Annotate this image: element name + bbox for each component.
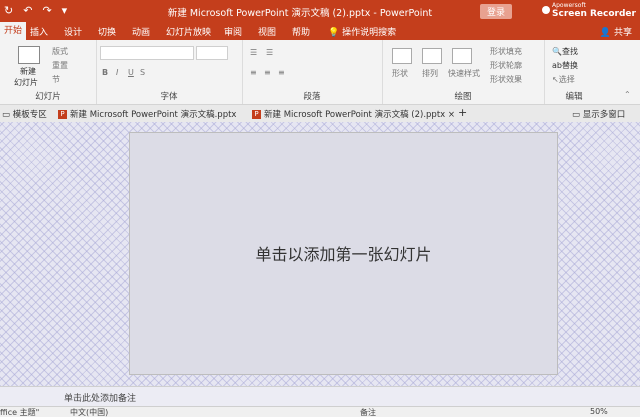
tab-insert[interactable]: 插入 — [30, 25, 48, 38]
tab-home[interactable]: 开始 — [0, 22, 27, 40]
ribbon-tabs: 开始 插入 设计 切换 动画 幻灯片放映 审阅 视图 帮助 💡 操作说明搜索 👤… — [0, 22, 640, 40]
share-button[interactable]: 👤 共享 — [600, 25, 632, 38]
document-tabs: ▭ 模板专区 P 新建 Microsoft PowerPoint 演示文稿.ppt… — [0, 105, 640, 123]
undo-icon[interactable]: ↶ — [23, 4, 32, 17]
slide-canvas[interactable]: 单击以添加第一张幻灯片 — [129, 132, 558, 375]
window-title: 新建 Microsoft PowerPoint 演示文稿 (2).pptx - … — [167, 8, 433, 19]
notes-toggle[interactable]: 备注 — [360, 407, 376, 418]
template-icon: ▭ — [2, 110, 11, 120]
window-icon: ▭ — [572, 110, 581, 120]
quick-styles-button[interactable]: 快速样式 — [448, 68, 480, 79]
notes-placeholder[interactable]: 单击此处添加备注 — [64, 391, 136, 404]
new-slide-button-line2[interactable]: 幻灯片 — [14, 77, 38, 88]
record-icon — [542, 6, 550, 14]
font-size-select[interactable] — [196, 46, 228, 60]
group-font: B I U S 字体 — [96, 40, 243, 104]
tab-review[interactable]: 审阅 — [224, 25, 242, 38]
login-button[interactable]: 登录 — [480, 4, 513, 19]
search-icon: 🔍 — [552, 47, 562, 56]
numbering-icon[interactable]: ☰ — [266, 48, 273, 57]
align-center-icon[interactable]: ≡ — [264, 68, 271, 77]
title-bar: ↻ ↶ ↷ ▾ 新建 Microsoft PowerPoint 演示文稿 (2)… — [0, 0, 640, 22]
bullets-icon[interactable]: ☰ — [250, 48, 257, 57]
tab-slideshow[interactable]: 幻灯片放映 — [166, 25, 211, 38]
arrange-icon[interactable] — [422, 48, 442, 64]
tab-search[interactable]: 💡 操作说明搜索 — [328, 25, 396, 38]
person-icon: 👤 — [599, 28, 612, 38]
arrange-button[interactable]: 排列 — [422, 68, 438, 79]
template-zone-tab[interactable]: ▭ 模板专区 — [2, 108, 47, 120]
add-tab-button[interactable]: + — [458, 106, 467, 119]
add-first-slide-placeholder[interactable]: 单击以添加第一张幻灯片 — [130, 241, 557, 265]
group-paragraph: ☰ ☰ ≡ ≡ ≡ 段落 — [242, 40, 383, 104]
language-indicator[interactable]: 中文(中国) — [70, 407, 108, 418]
find-button[interactable]: 🔍查找 — [552, 46, 578, 57]
tab-help[interactable]: 帮助 — [292, 25, 310, 38]
group-drawing: 形状 排列 快速样式 形状填充 形状轮廓 形状效果 绘图 — [382, 40, 545, 104]
zoom-level[interactable]: 50% — [590, 407, 608, 416]
customize-qat-icon[interactable]: ▾ — [62, 4, 68, 17]
shape-outline-button[interactable]: 形状轮廓 — [490, 60, 522, 71]
shape-effects-button[interactable]: 形状效果 — [490, 74, 522, 85]
collapse-ribbon-icon[interactable]: ⌃ — [624, 90, 631, 99]
shape-button[interactable]: 形状 — [392, 68, 408, 79]
align-left-icon[interactable]: ≡ — [250, 68, 257, 77]
new-slide-button[interactable]: 新建 — [20, 66, 36, 77]
new-slide-icon[interactable] — [18, 46, 40, 64]
shadow-button[interactable]: S — [140, 68, 145, 77]
group-slides: 新建 幻灯片 版式 重置 节 幻灯片 — [0, 40, 97, 104]
tab-transitions[interactable]: 切换 — [98, 25, 116, 38]
screen-recorder-logo: Apowersoft Screen Recorder — [542, 2, 636, 19]
reset-button[interactable]: 重置 — [52, 60, 68, 71]
align-right-icon[interactable]: ≡ — [278, 68, 285, 77]
redo-icon[interactable]: ↷ — [42, 4, 51, 17]
tab-design[interactable]: 设计 — [64, 25, 82, 38]
font-family-select[interactable] — [100, 46, 194, 60]
shape-fill-button[interactable]: 形状填充 — [490, 46, 522, 57]
bold-button[interactable]: B — [102, 68, 108, 77]
document-tab-2[interactable]: P 新建 Microsoft PowerPoint 演示文稿 (2).pptx × — [252, 108, 455, 120]
tab-animations[interactable]: 动画 — [132, 25, 150, 38]
italic-button[interactable]: I — [116, 68, 118, 77]
quick-styles-icon[interactable] — [452, 48, 472, 64]
layout-button[interactable]: 版式 — [52, 46, 68, 57]
select-icon: ↖ — [552, 75, 559, 84]
select-button[interactable]: ↖选择 — [552, 74, 575, 85]
document-tab-1[interactable]: P 新建 Microsoft PowerPoint 演示文稿.pptx — [58, 108, 236, 120]
shape-icon[interactable] — [392, 48, 412, 64]
show-multi-window-button[interactable]: ▭ 显示多窗口 — [572, 108, 625, 120]
quick-access-toolbar: ↻ ↶ ↷ ▾ — [4, 4, 67, 17]
tab-view[interactable]: 视图 — [258, 25, 276, 38]
status-bar: ffice 主题" 中文(中国) 备注 50% — [0, 406, 640, 417]
pptx-file-icon: P — [58, 110, 67, 119]
section-button[interactable]: 节 — [52, 74, 60, 85]
pptx-file-icon: P — [252, 110, 261, 119]
autosave-icon[interactable]: ↻ — [4, 4, 13, 17]
theme-name: ffice 主题" — [0, 408, 40, 417]
notes-pane[interactable]: 单击此处添加备注 — [0, 386, 640, 407]
replace-button[interactable]: ab替换 — [552, 60, 578, 71]
slide-workspace: 单击以添加第一张幻灯片 — [0, 122, 640, 386]
replace-icon: ab — [552, 61, 562, 70]
lightbulb-icon: 💡 — [328, 28, 340, 38]
group-editing: 🔍查找 ab替换 ↖选择 编辑 — [552, 46, 583, 102]
ribbon: 新建 幻灯片 版式 重置 节 幻灯片 B I U S 字体 ☰ ☰ ≡ ≡ ≡ … — [0, 40, 640, 105]
underline-button[interactable]: U — [128, 68, 134, 77]
